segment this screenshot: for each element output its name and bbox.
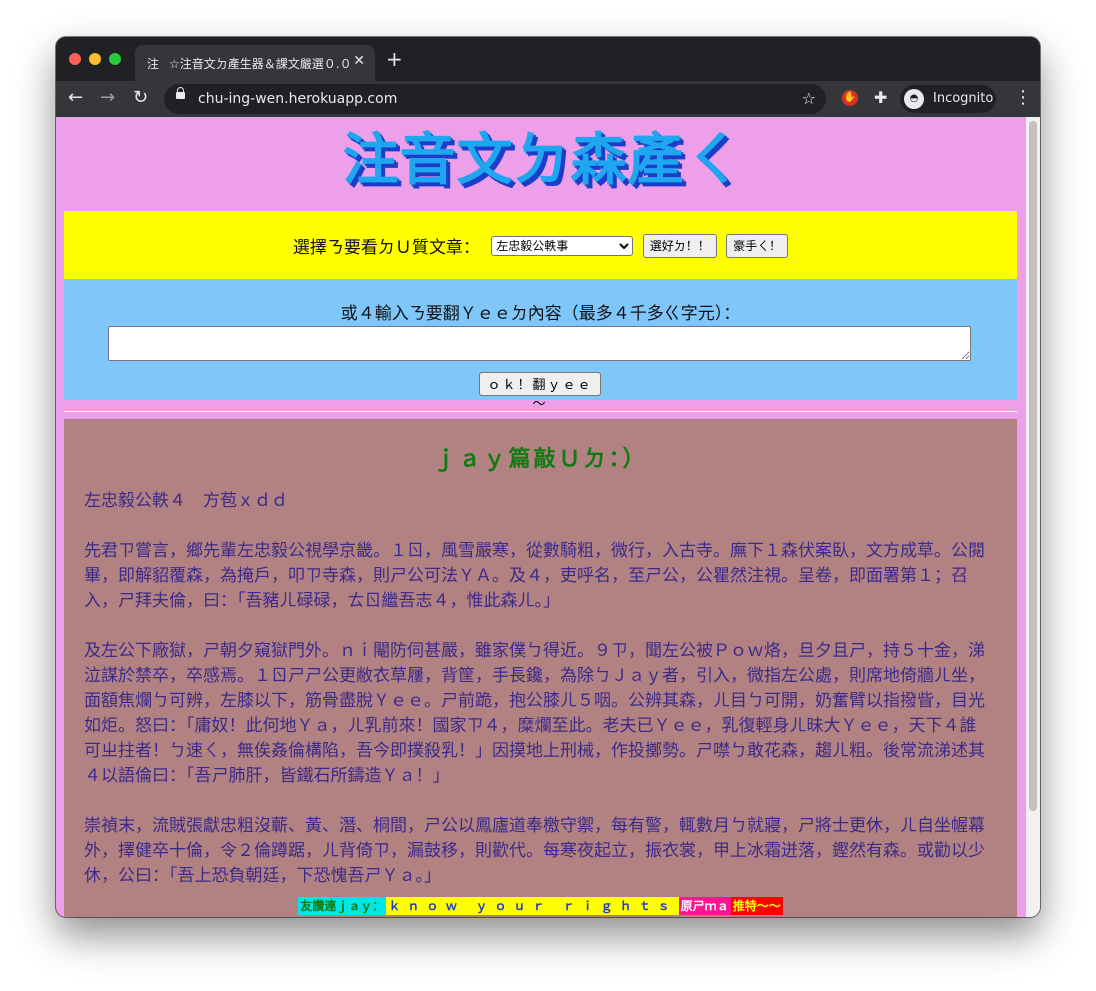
browser-tab[interactable]: 注 ☆注音文ㄉ產生器＆課文嚴選０.０ ✕	[135, 45, 375, 81]
forward-arrow-icon[interactable]: →	[100, 88, 115, 108]
divider	[64, 409, 1017, 412]
footer-link-twitter[interactable]: 推特～～	[730, 897, 783, 915]
translate-input[interactable]	[108, 326, 971, 361]
browser-toolbar: ← → ↻ chu-ing-wen.herokuapp.com ☆ ✋ ✚ ◓ …	[56, 81, 1040, 117]
result-body: 左忠毅公軼４ 方苞ｘｄｄ 先君ㄗ嘗言，鄉先輩左忠毅公視學京畿。１ㄖ，風雪嚴寒，從…	[84, 489, 989, 914]
new-tab-icon[interactable]: +	[386, 49, 403, 69]
tab-strip: 注 ☆注音文ㄉ產生器＆課文嚴選０.０ ✕ +	[56, 37, 1040, 81]
input-label: 或４輸入ㄋ要翻Ｙｅｅㄉ內容（最多４千多ㄍ字元）：	[340, 304, 741, 324]
custom-input-bar: 或４輸入ㄋ要翻Ｙｅｅㄉ內容（最多４千多ㄍ字元）： ｏｋ！翻ｙｅｅ～	[64, 279, 1017, 412]
article-paragraph: 及左公下廠獄，ㄕ朝夕窺獄門外。ｎｉ閹防伺甚嚴，雖家僕ㄅ得近。９ㄗ，聞左公被Ｐｏｗ…	[84, 641, 985, 786]
bookmark-star-icon[interactable]: ☆	[802, 89, 816, 108]
article-select-row: 選擇ㄋ要看ㄉＵ質文章： 左忠毅公軼事 選好ㄉ！！ 豪手ㄑ！	[64, 233, 1017, 258]
incognito-indicator[interactable]: ◓ Incognito	[900, 85, 996, 113]
footer-links: 友讚連ｊａｙ： ｋｎｏｗ ｙｏｕｒ ｒｉｇｈｔｓ 原ㄕｍａ 推特～～	[64, 897, 1017, 915]
article-select[interactable]: 左忠毅公軼事	[491, 235, 634, 256]
tab-title: ☆注音文ㄉ產生器＆課文嚴選０.０	[169, 57, 349, 71]
result-title: ｊａｙ篇敲Ｕㄉ：）	[433, 447, 648, 472]
incognito-icon: ◓	[904, 89, 924, 109]
article-paragraph: 崇禎末，流賊張獻忠粗沒蘄、黃、潛、桐間，ㄕ公以鳳廬道奉檄守禦，每有警，輒數月ㄅ就…	[84, 816, 985, 886]
translate-button[interactable]: ｏｋ！翻ｙｅｅ～	[479, 372, 601, 412]
maximize-window-button[interactable]	[109, 53, 121, 65]
select-label: 選擇ㄋ要看ㄉＵ質文章：	[292, 238, 480, 258]
scrollbar-thumb[interactable]	[1029, 121, 1037, 811]
random-article-button[interactable]: 豪手ㄑ！	[726, 233, 789, 258]
footer-link-source[interactable]: 原ㄕｍａ	[678, 897, 731, 915]
site-logo: 注音文ㄉ森產ㄑ 0.0	[342, 128, 742, 269]
reload-icon[interactable]: ↻	[133, 88, 148, 108]
page-scrollbar[interactable]	[1026, 117, 1040, 917]
close-window-button[interactable]	[69, 53, 81, 65]
extensions-puzzle-icon[interactable]: ✚	[874, 88, 887, 107]
browser-window: 注 ☆注音文ㄉ產生器＆課文嚴選０.０ ✕ + ← → ↻ chu-ing-wen…	[56, 37, 1040, 917]
footer-link-know-your-rights[interactable]: ｋｎｏｗ ｙｏｕｒ ｒｉｇｈｔｓ	[386, 897, 679, 915]
url-text: chu-ing-wen.herokuapp.com	[198, 91, 398, 107]
lock-icon	[176, 87, 185, 99]
address-bar[interactable]: chu-ing-wen.herokuapp.com ☆	[164, 84, 826, 114]
tab-close-icon[interactable]: ✕	[353, 53, 365, 69]
article-heading: 左忠毅公軼４ 方苞ｘｄｄ	[84, 491, 288, 511]
browser-menu-icon[interactable]: ⋮	[1014, 87, 1032, 108]
footer-link-friends[interactable]: 友讚連ｊａｙ：	[298, 897, 387, 915]
tab-favicon-icon: 注	[147, 57, 160, 71]
minimize-window-button[interactable]	[89, 53, 101, 65]
extension-hand-icon[interactable]: ✋	[842, 90, 858, 106]
choose-article-button[interactable]: 選好ㄉ！！	[642, 233, 717, 258]
back-arrow-icon[interactable]: ←	[68, 88, 83, 108]
article-paragraph: 先君ㄗ嘗言，鄉先輩左忠毅公視學京畿。１ㄖ，風雪嚴寒，從數騎粗，微行，入古寺。廡下…	[84, 541, 985, 611]
article-select-bar: 選擇ㄋ要看ㄉＵ質文章： 左忠毅公軼事 選好ㄉ！！ 豪手ㄑ！	[64, 211, 1017, 279]
result-panel: ｊａｙ篇敲Ｕㄉ：） 左忠毅公軼４ 方苞ｘｄｄ 先君ㄗ嘗言，鄉先輩左忠毅公視學京畿…	[64, 419, 1017, 917]
page-viewport: 注音文ㄉ森產ㄑ 0.0 選擇ㄋ要看ㄉＵ質文章： 左忠毅公軼事 選好ㄉ！！ 豪手ㄑ…	[56, 117, 1040, 917]
incognito-label: Incognito	[933, 91, 994, 106]
